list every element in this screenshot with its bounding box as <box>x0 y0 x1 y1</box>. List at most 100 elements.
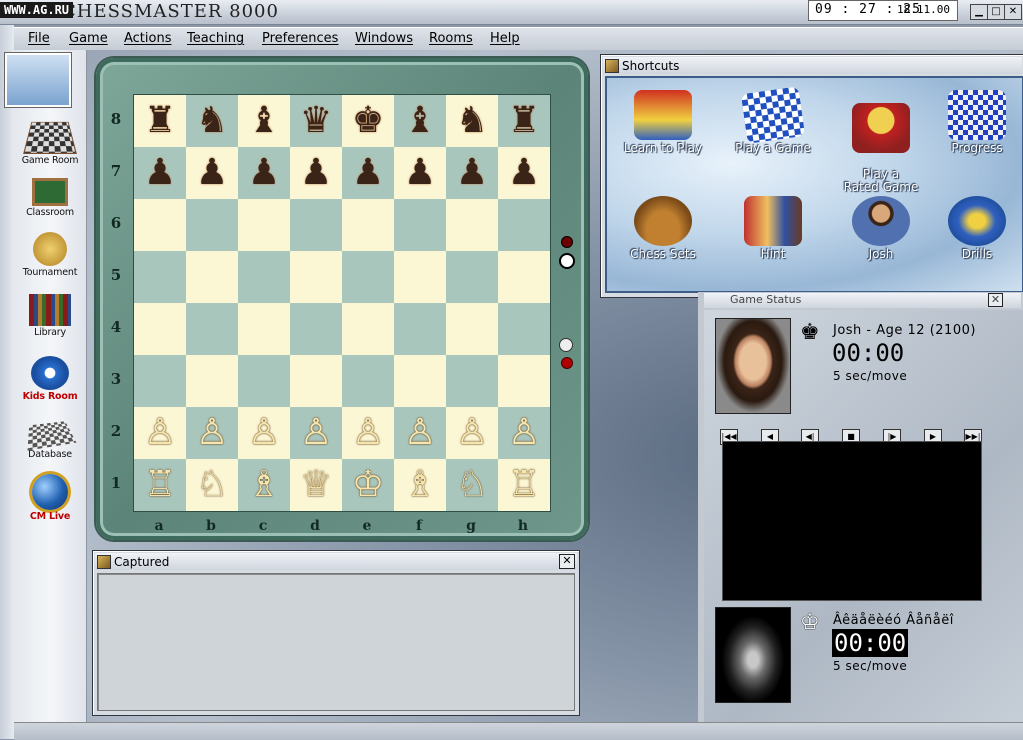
square-h1[interactable]: ♖ <box>498 459 550 511</box>
minimize-button[interactable]: ▁ <box>970 4 988 20</box>
menu-windows[interactable]: Windows <box>355 31 413 46</box>
square-g8[interactable]: ♞ <box>446 95 498 147</box>
shortcut-progress[interactable]: Progress <box>929 90 1023 155</box>
menu-game[interactable]: Game <box>69 31 108 46</box>
square-b7[interactable]: ♟ <box>186 147 238 199</box>
white-pawn-piece[interactable]: ♙ <box>404 415 436 451</box>
square-b5[interactable] <box>186 251 238 303</box>
white-king-piece[interactable]: ♔ <box>352 467 384 503</box>
black-pawn-piece[interactable]: ♟ <box>456 155 488 191</box>
black-pawn-piece[interactable]: ♟ <box>404 155 436 191</box>
square-b4[interactable] <box>186 303 238 355</box>
square-d7[interactable]: ♟ <box>290 147 342 199</box>
square-g4[interactable] <box>446 303 498 355</box>
close-button[interactable]: ✕ <box>1004 4 1022 20</box>
square-d5[interactable] <box>290 251 342 303</box>
square-g1[interactable]: ♘ <box>446 459 498 511</box>
square-d6[interactable] <box>290 199 342 251</box>
square-d2[interactable]: ♙ <box>290 407 342 459</box>
square-a1[interactable]: ♖ <box>134 459 186 511</box>
square-h8[interactable]: ♜ <box>498 95 550 147</box>
close-captured-button[interactable]: ✕ <box>559 554 575 569</box>
square-h4[interactable] <box>498 303 550 355</box>
white-bishop-piece[interactable]: ♗ <box>404 467 436 503</box>
black-pawn-piece[interactable]: ♟ <box>300 155 332 191</box>
menu-help[interactable]: Help <box>490 31 520 46</box>
square-g3[interactable] <box>446 355 498 407</box>
square-g6[interactable] <box>446 199 498 251</box>
white-queen-piece[interactable]: ♕ <box>300 467 332 503</box>
white-pawn-piece[interactable]: ♙ <box>508 415 540 451</box>
white-pawn-piece[interactable]: ♙ <box>352 415 384 451</box>
square-h5[interactable] <box>498 251 550 303</box>
black-rook-piece[interactable]: ♜ <box>508 103 540 139</box>
menu-actions[interactable]: Actions <box>124 31 172 46</box>
black-knight-piece[interactable]: ♞ <box>456 103 488 139</box>
square-a3[interactable] <box>134 355 186 407</box>
shortcut-drills[interactable]: Drills <box>929 196 1023 261</box>
white-bishop-piece[interactable]: ♗ <box>248 467 280 503</box>
square-c5[interactable] <box>238 251 290 303</box>
square-a5[interactable] <box>134 251 186 303</box>
square-c7[interactable]: ♟ <box>238 147 290 199</box>
white-rook-piece[interactable]: ♖ <box>508 467 540 503</box>
square-b2[interactable]: ♙ <box>186 407 238 459</box>
white-knight-piece[interactable]: ♘ <box>196 467 228 503</box>
square-b6[interactable] <box>186 199 238 251</box>
square-c4[interactable] <box>238 303 290 355</box>
shortcut-learn-to-play[interactable]: Learn to Play <box>615 90 711 155</box>
black-bishop-piece[interactable]: ♝ <box>248 103 280 139</box>
menu-preferences[interactable]: Preferences <box>262 31 338 46</box>
square-h6[interactable] <box>498 199 550 251</box>
square-d4[interactable] <box>290 303 342 355</box>
square-b8[interactable]: ♞ <box>186 95 238 147</box>
square-a4[interactable] <box>134 303 186 355</box>
square-b1[interactable]: ♘ <box>186 459 238 511</box>
shortcut-chess-sets[interactable]: Chess Sets <box>615 196 711 261</box>
square-c6[interactable] <box>238 199 290 251</box>
square-g5[interactable] <box>446 251 498 303</box>
square-e7[interactable]: ♟ <box>342 147 394 199</box>
square-h7[interactable]: ♟ <box>498 147 550 199</box>
shortcut-hint[interactable]: Hint <box>725 196 821 261</box>
menu-rooms[interactable]: Rooms <box>429 31 473 46</box>
toolbar-game-room[interactable]: Game Room <box>14 116 86 166</box>
square-f6[interactable] <box>394 199 446 251</box>
toolbar-classroom[interactable]: Classroom <box>14 174 86 218</box>
square-d8[interactable]: ♛ <box>290 95 342 147</box>
black-pawn-piece[interactable]: ♟ <box>144 155 176 191</box>
square-a2[interactable]: ♙ <box>134 407 186 459</box>
square-e4[interactable] <box>342 303 394 355</box>
toolbar-kids-room[interactable]: Kids Room <box>14 356 86 402</box>
maximize-button[interactable]: □ <box>987 4 1005 20</box>
black-pawn-piece[interactable]: ♟ <box>352 155 384 191</box>
square-c8[interactable]: ♝ <box>238 95 290 147</box>
toolbar-tournament[interactable]: Tournament <box>14 232 86 278</box>
white-pawn-piece[interactable]: ♙ <box>300 415 332 451</box>
close-status-button[interactable]: ✕ <box>988 293 1003 307</box>
shortcut-play-game[interactable]: Play a Game <box>725 86 821 155</box>
chess-board[interactable]: ♜ ♞ ♝ ♛ ♚ ♝ ♞ ♜ ♟ ♟ ♟ ♟ ♟ ♟ ♟ ♟ ♙ ♙ ♙ ♙ ♙ ♙ ♙ ♙ ♖ ♘ ♗ ♕ ♔ ♗ ♘ ♖ <box>133 94 551 512</box>
square-h2[interactable]: ♙ <box>498 407 550 459</box>
toolbar-library[interactable]: Library <box>14 294 86 338</box>
square-f7[interactable]: ♟ <box>394 147 446 199</box>
square-e2[interactable]: ♙ <box>342 407 394 459</box>
square-f8[interactable]: ♝ <box>394 95 446 147</box>
square-f1[interactable]: ♗ <box>394 459 446 511</box>
square-f3[interactable] <box>394 355 446 407</box>
square-c1[interactable]: ♗ <box>238 459 290 511</box>
chessmaster-logo-icon[interactable] <box>5 53 71 107</box>
square-d3[interactable] <box>290 355 342 407</box>
square-g7[interactable]: ♟ <box>446 147 498 199</box>
white-pawn-piece[interactable]: ♙ <box>248 415 280 451</box>
white-knight-piece[interactable]: ♘ <box>456 467 488 503</box>
square-e1[interactable]: ♔ <box>342 459 394 511</box>
square-f4[interactable] <box>394 303 446 355</box>
black-king-piece[interactable]: ♚ <box>352 103 384 139</box>
white-pawn-piece[interactable]: ♙ <box>196 415 228 451</box>
square-f2[interactable]: ♙ <box>394 407 446 459</box>
square-h3[interactable] <box>498 355 550 407</box>
white-pawn-piece[interactable]: ♙ <box>456 415 488 451</box>
toolbar-cm-live[interactable]: CM Live <box>14 474 86 522</box>
shortcut-rated-game[interactable]: Play a Rated Game <box>833 90 929 194</box>
